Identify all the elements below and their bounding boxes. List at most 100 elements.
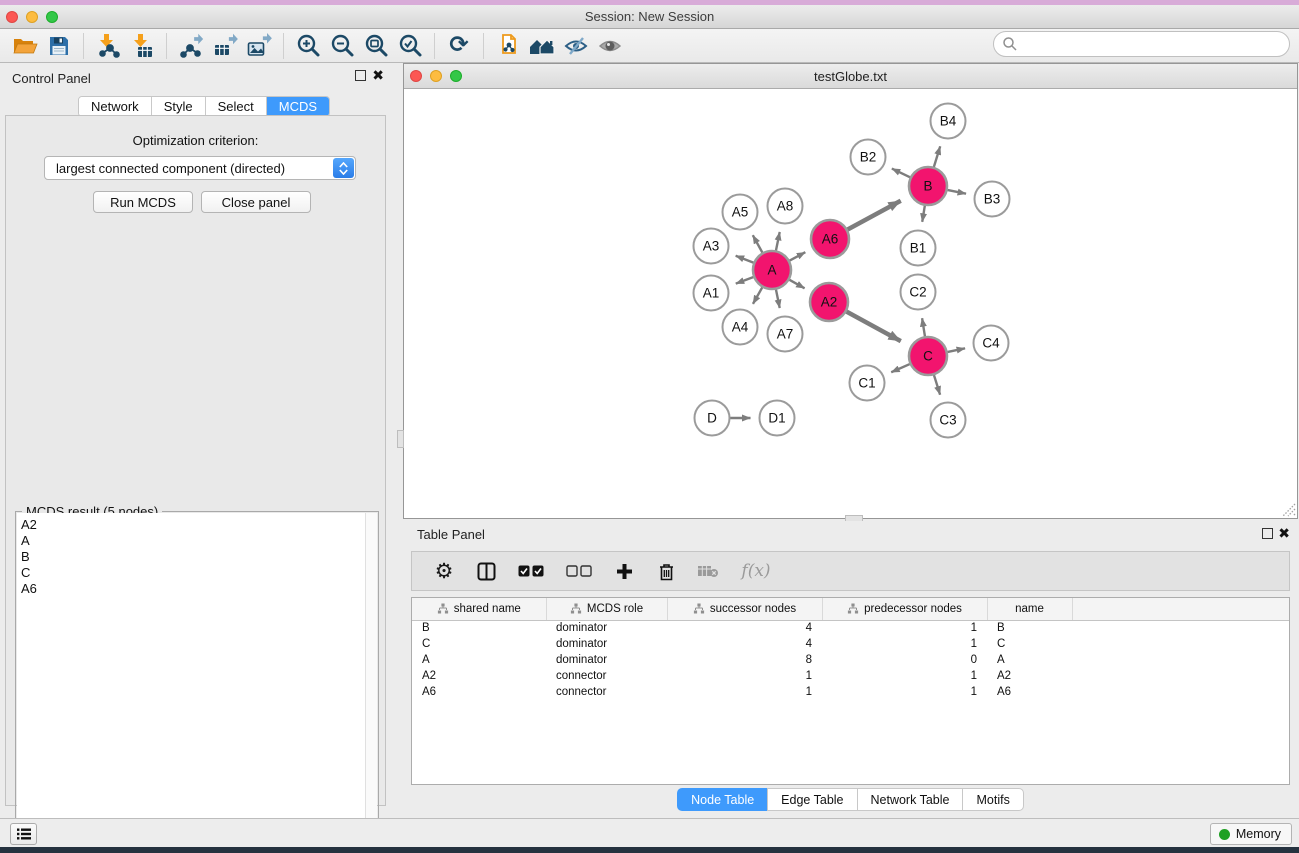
float-panel-icon[interactable]: [355, 70, 366, 81]
table-row[interactable]: A6connector11A6: [412, 684, 1290, 700]
edge-A-A5[interactable]: [753, 235, 763, 253]
network-frame-titlebar[interactable]: testGlobe.txt: [404, 64, 1297, 89]
edge-A-A6[interactable]: [789, 252, 806, 261]
edge-A-A8[interactable]: [776, 232, 780, 251]
zoom-in-button[interactable]: [291, 31, 325, 61]
table-cell[interactable]: dominator: [546, 620, 667, 636]
table-row[interactable]: Adominator80A: [412, 652, 1290, 668]
node-B4[interactable]: B4: [931, 104, 966, 139]
edge-C-C2[interactable]: [922, 318, 925, 337]
table-cell[interactable]: 1: [822, 620, 987, 636]
zoom-window-button[interactable]: [46, 11, 58, 23]
table-row[interactable]: Cdominator41C: [412, 636, 1290, 652]
edge-C-C4[interactable]: [947, 348, 965, 352]
node-A[interactable]: A: [753, 251, 791, 289]
table-settings-button[interactable]: ⚙: [430, 557, 458, 585]
column-header-predecessor-nodes[interactable]: predecessor nodes: [822, 598, 987, 620]
zoom-fit-button[interactable]: [359, 31, 393, 61]
clone-network-button[interactable]: [491, 31, 525, 61]
minimize-frame-button[interactable]: [430, 70, 442, 82]
mcds-result-item[interactable]: C: [21, 565, 377, 581]
table-row[interactable]: A2connector11A2: [412, 668, 1290, 684]
memory-button[interactable]: Memory: [1210, 823, 1292, 845]
task-history-button[interactable]: [10, 823, 37, 845]
tab-select[interactable]: Select: [206, 97, 267, 116]
table-cell[interactable]: A2: [987, 668, 1072, 684]
edge-A-A4[interactable]: [753, 287, 763, 304]
table-cell[interactable]: A2: [412, 668, 546, 684]
column-header-successor-nodes[interactable]: successor nodes: [667, 598, 822, 620]
zoom-selected-button[interactable]: [393, 31, 427, 61]
node-A1[interactable]: A1: [694, 276, 729, 311]
show-column-button[interactable]: [472, 557, 500, 585]
column-header-name[interactable]: name: [987, 598, 1072, 620]
home-button[interactable]: [525, 31, 559, 61]
edge-A-A3[interactable]: [736, 256, 755, 263]
node-A4[interactable]: A4: [723, 310, 758, 345]
table-cell[interactable]: B: [987, 620, 1072, 636]
edge-B-B1[interactable]: [922, 205, 925, 222]
table-cell[interactable]: 4: [667, 636, 822, 652]
open-session-button[interactable]: [8, 31, 42, 61]
node-B3[interactable]: B3: [975, 182, 1010, 217]
table-cell[interactable]: A6: [412, 684, 546, 700]
node-A7[interactable]: A7: [768, 317, 803, 352]
function-builder-button[interactable]: f(x): [736, 557, 776, 585]
tab-network[interactable]: Network: [79, 97, 152, 116]
table-cell[interactable]: B: [412, 620, 546, 636]
tab-network-table[interactable]: Network Table: [857, 788, 964, 811]
refresh-button[interactable]: ⟳: [442, 31, 476, 61]
table-cell[interactable]: 1: [667, 684, 822, 700]
close-window-button[interactable]: [6, 11, 18, 23]
node-A6[interactable]: A6: [811, 220, 849, 258]
close-frame-button[interactable]: [410, 70, 422, 82]
table-cell[interactable]: 1: [822, 684, 987, 700]
tab-mcds[interactable]: MCDS: [267, 97, 329, 116]
zoom-frame-button[interactable]: [450, 70, 462, 82]
node-A5[interactable]: A5: [723, 195, 758, 230]
node-C[interactable]: C: [909, 337, 947, 375]
table-cell[interactable]: 1: [822, 636, 987, 652]
table-cell[interactable]: C: [987, 636, 1072, 652]
node-A3[interactable]: A3: [694, 229, 729, 264]
table-row[interactable]: Bdominator41B: [412, 620, 1290, 636]
tab-node-table[interactable]: Node Table: [677, 788, 768, 811]
save-session-button[interactable]: [42, 31, 76, 61]
import-table-button[interactable]: [125, 31, 159, 61]
mcds-result-item[interactable]: A2: [21, 517, 377, 533]
close-panel-icon[interactable]: ✖: [372, 68, 384, 82]
splitter-handle[interactable]: [397, 430, 404, 448]
hide-graphics-details-button[interactable]: [559, 31, 593, 61]
mcds-result-item[interactable]: A6: [21, 581, 377, 597]
export-network-button[interactable]: [174, 31, 208, 61]
table-cell[interactable]: dominator: [546, 652, 667, 668]
mcds-result-scrollbar[interactable]: [365, 513, 377, 850]
resize-grip-icon[interactable]: [1281, 502, 1296, 517]
table-cell[interactable]: 8: [667, 652, 822, 668]
tab-style[interactable]: Style: [152, 97, 206, 116]
column-header-shared-name[interactable]: shared name: [412, 598, 546, 620]
node-D1[interactable]: D1: [760, 401, 795, 436]
node-A2[interactable]: A2: [810, 283, 848, 321]
table-cell[interactable]: connector: [546, 684, 667, 700]
close-panel-icon[interactable]: ✖: [1278, 526, 1290, 540]
tab-edge-table[interactable]: Edge Table: [767, 788, 857, 811]
delete-table-button[interactable]: [694, 557, 722, 585]
node-B1[interactable]: B1: [901, 231, 936, 266]
table-cell[interactable]: A6: [987, 684, 1072, 700]
table-cell[interactable]: dominator: [546, 636, 667, 652]
close-panel-button[interactable]: Close panel: [201, 191, 311, 213]
edge-A6-B[interactable]: [847, 201, 901, 230]
edge-A-A1[interactable]: [736, 277, 754, 284]
table-cell[interactable]: 1: [667, 668, 822, 684]
table-cell[interactable]: 0: [822, 652, 987, 668]
mcds-result-item[interactable]: B: [21, 549, 377, 565]
birds-eye-view-button[interactable]: [593, 31, 627, 61]
node-A8[interactable]: A8: [768, 189, 803, 224]
edge-A-A2[interactable]: [789, 279, 805, 288]
deselect-all-button[interactable]: [562, 557, 596, 585]
select-all-button[interactable]: [514, 557, 548, 585]
create-column-button[interactable]: [610, 557, 638, 585]
edge-A2-C[interactable]: [846, 311, 901, 341]
table-cell[interactable]: A: [412, 652, 546, 668]
